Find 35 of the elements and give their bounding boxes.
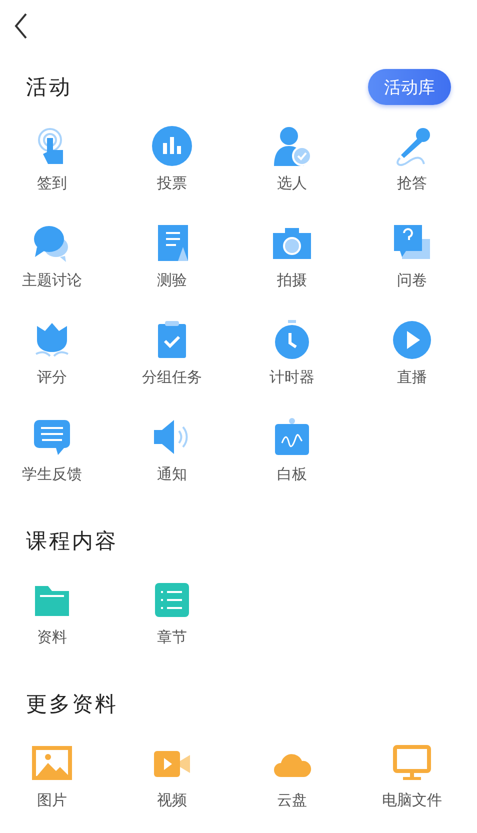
grid-item[interactable]: 视频 [112,743,232,810]
section-title: 更多资料 [26,691,118,718]
grid-item[interactable]: 拍摄 [232,223,352,290]
activity-library-button[interactable]: 活动库 [368,69,451,105]
message-icon [32,417,72,457]
list-icon [152,580,192,620]
grid-item[interactable]: 投票 [112,126,232,193]
grid-item[interactable]: 电脑文件 [352,743,472,810]
grid-item[interactable]: 学生反馈 [0,417,112,484]
monitor-icon [392,743,432,783]
grid-item[interactable]: 选人 [232,126,352,193]
timer-icon [272,320,312,360]
grid-item[interactable]: 白板 [232,417,352,484]
play-icon [392,320,432,360]
grid-item[interactable]: 问卷 [352,223,472,290]
grid-item[interactable]: 云盘 [232,743,352,810]
grid-item[interactable]: 主题讨论 [0,223,112,290]
back-icon [14,13,28,39]
image-icon [32,743,72,783]
section-title: 课程内容 [26,528,118,555]
grid-item[interactable]: 图片 [0,743,112,810]
grid-item[interactable]: 分组任务 [112,320,232,387]
grid-item[interactable]: 直播 [352,320,472,387]
grid-item[interactable]: 计时器 [232,320,352,387]
grid-item[interactable]: 签到 [0,126,112,193]
person-check-icon [272,126,312,166]
grid-item[interactable]: 测验 [112,223,232,290]
grid-item[interactable]: 抢答 [352,126,472,193]
grid-item[interactable]: 资料 [0,580,112,647]
grid-item[interactable]: 通知 [112,417,232,484]
grid-item[interactable]: 评分 [0,320,112,387]
whiteboard-icon [272,417,312,457]
bar-chart-icon [152,126,192,166]
grid-item[interactable]: 章节 [112,580,232,647]
section-title: 活动 [26,74,72,101]
